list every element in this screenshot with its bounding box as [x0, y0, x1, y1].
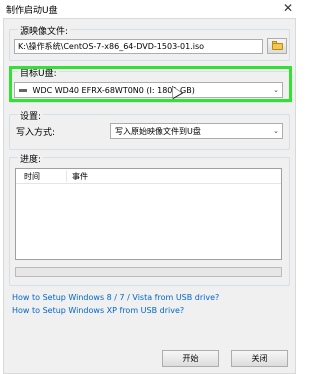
title-bar: 制作启动U盘 ✕: [0, 0, 301, 18]
close-icon[interactable]: ✕: [283, 1, 293, 15]
source-path-field[interactable]: K:\操作系统\CentOS-7-x86_64-DVD-1503-01.iso: [14, 39, 263, 54]
column-event[interactable]: 事件: [72, 171, 88, 182]
close-button[interactable]: 关闭: [231, 350, 288, 367]
source-group: 源映像文件: K:\操作系统\CentOS-7-x86_64-DVD-1503-…: [9, 24, 290, 61]
progress-group: 进度: 时间 事件: [9, 152, 290, 286]
link-setup-winxp[interactable]: How to Setup Windows XP from USB drive?: [12, 306, 184, 315]
write-mode-select[interactable]: 写入原始映像文件到U盘 ⌄: [110, 123, 283, 139]
column-time[interactable]: 时间: [24, 171, 40, 182]
write-mode-value: 写入原始映像文件到U盘: [115, 127, 201, 136]
link-setup-win8-7-vista[interactable]: How to Setup Windows 8 / 7 / Vista from …: [12, 293, 219, 302]
progress-label: 进度:: [18, 152, 44, 165]
window-title: 制作启动U盘: [6, 6, 58, 16]
write-mode-label: 写入方式:: [16, 128, 56, 138]
source-label: 源映像文件:: [18, 24, 71, 37]
chevron-down-icon: ⌄: [273, 127, 279, 135]
start-button[interactable]: 开始: [162, 350, 219, 367]
progress-bar: [15, 267, 282, 277]
progress-log-list[interactable]: 时间 事件: [15, 168, 282, 260]
browse-button[interactable]: [267, 38, 287, 54]
log-header: 时间 事件: [16, 169, 281, 184]
settings-group: 设置: 写入方式: 写入原始映像文件到U盘 ⌄: [9, 109, 290, 150]
target-highlight-frame: [9, 66, 292, 102]
settings-label: 设置:: [18, 109, 44, 122]
